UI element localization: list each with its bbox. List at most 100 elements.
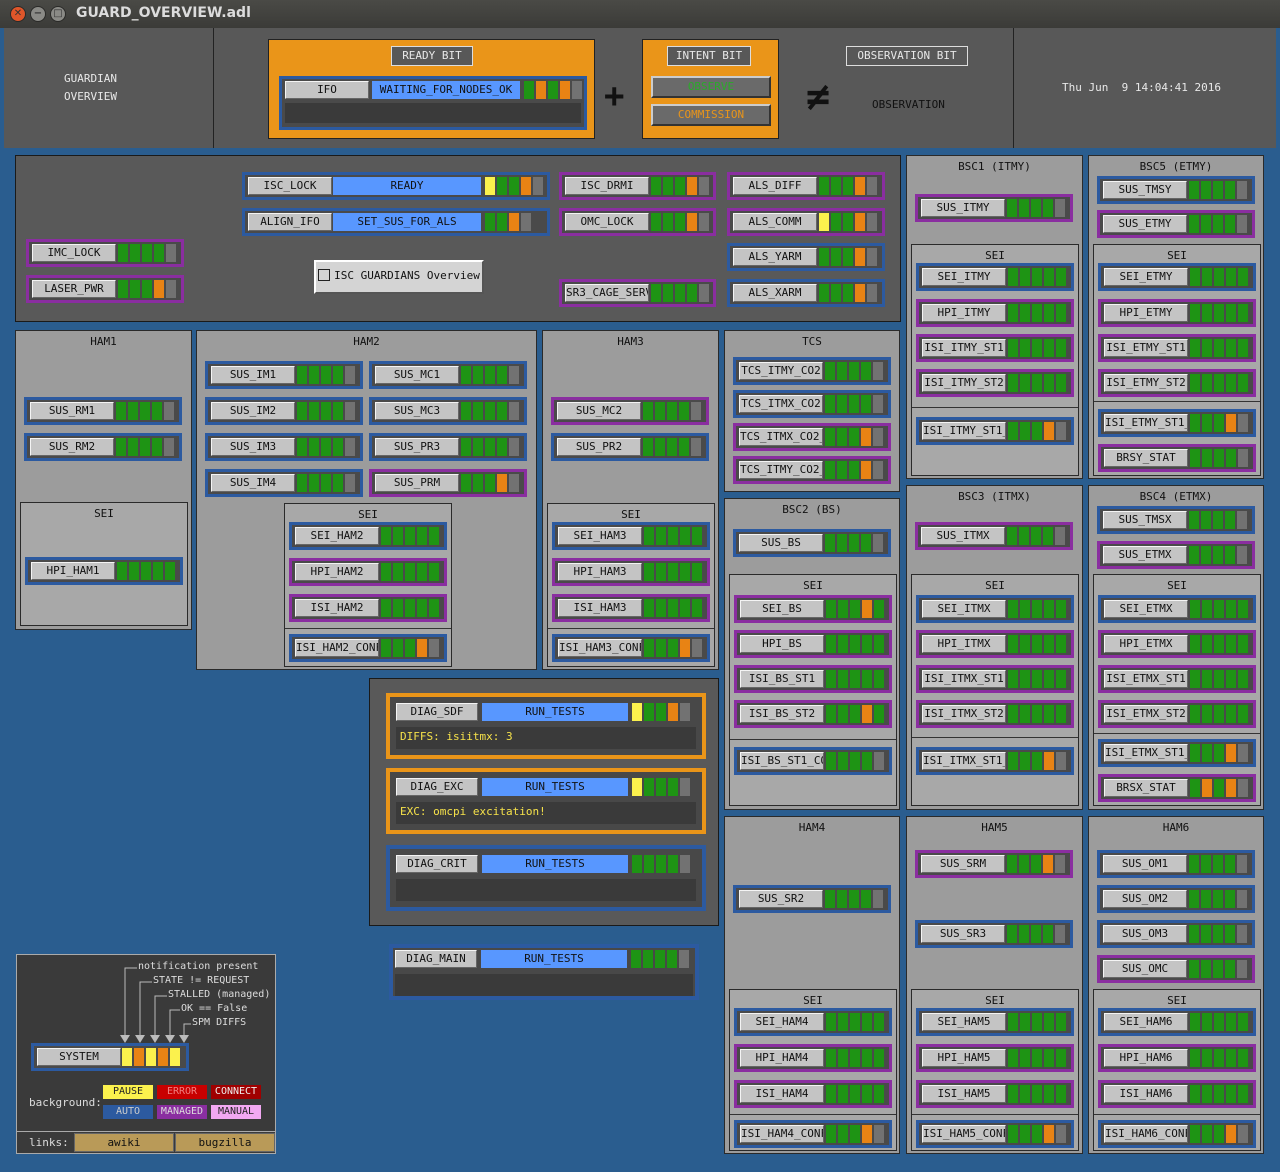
isi-itmx-st1-conf-node: ISI_ITMX_ST1_CONF (916, 747, 1074, 775)
diag-crit-message (396, 879, 696, 901)
ham4-panel: HAM4 SUS_SR2 SEI SEI_HAM4 HPI_HAM4 ISI_H… (724, 816, 900, 1154)
observation-bit-label: OBSERVATION BIT (846, 46, 968, 66)
sus-rm2-node: SUS_RM2 (24, 433, 182, 461)
hpi-ham4-node: HPI_HAM4 (734, 1044, 892, 1072)
isi-ham2-node: ISI_HAM2 (289, 594, 447, 622)
bsc4-sei-panel: SEI SEI_ETMX HPI_ETMX ISI_ETMX_ST1 ISI_E… (1093, 574, 1261, 806)
ifo-indicators (524, 81, 582, 99)
hpi-ham3-node: HPI_HAM3 (552, 558, 710, 586)
datetime: Thu Jun 9 14:04:41 2016 (1062, 81, 1221, 94)
bsc2-sei-panel: SEI SEI_BS HPI_BS ISI_BS_ST1 ISI_BS_ST2 … (729, 574, 897, 806)
isi-etmy-st2-node: ISI_ETMY_ST2 (1098, 369, 1256, 397)
isi-itmy-st1-node: ISI_ITMY_ST1 (916, 334, 1074, 362)
hpi-itmy-node: HPI_ITMY (916, 299, 1074, 327)
hpi-etmx-node: HPI_ETMX (1098, 630, 1256, 658)
isi-ham3-conf-node: ISI_HAM3_CONF (552, 634, 710, 662)
maximize-icon[interactable]: □ (50, 6, 66, 22)
sus-etmy-node: SUS_ETMY (1097, 210, 1255, 238)
bsc5-panel: BSC5 (ETMY) SUS_TMSY SUS_ETMY SEI SEI_ET… (1088, 155, 1264, 479)
ham1-sei-panel: SEI HPI_HAM1 (20, 502, 188, 626)
tcs-itmx-co2-node: TCS_ITMX_CO2 (733, 390, 891, 418)
sei-bs-node: SEI_BS (734, 595, 892, 623)
sus-im3-node: SUS_IM3 (205, 433, 363, 461)
hpi-ham2-node: HPI_HAM2 (289, 558, 447, 586)
sus-pr3-node: SUS_PR3 (369, 433, 527, 461)
sus-itmx-node: SUS_ITMX (915, 522, 1073, 550)
ifo-message (285, 103, 581, 123)
bsc4-panel: BSC4 (ETMX) SUS_TMSX SUS_ETMX SEI SEI_ET… (1088, 485, 1264, 810)
diag-sdf-node: DIAG_SDF RUN_TESTS DIFFS: isiitmx: 3 (386, 693, 706, 759)
ready-bit-box: READY BIT IFO WAITING_FOR_NODES_OK (268, 39, 595, 139)
bugzilla-link[interactable]: bugzilla (175, 1133, 275, 1152)
ham3-sei-panel: SEI SEI_HAM3 HPI_HAM3 ISI_HAM3 ISI_HAM3_… (547, 503, 715, 667)
observation-label: OBSERVATION (872, 98, 945, 111)
als-comm-node: ALS_COMM (727, 208, 885, 236)
guardian-overview-title: GUARDIAN OVERVIEW (4, 28, 214, 148)
datetime-section: Thu Jun 9 14:04:41 2016 (1014, 28, 1276, 148)
legend-auto: AUTO (103, 1105, 153, 1119)
ham2-panel: HAM2 SUS_IM1 SUS_IM2 SUS_IM3 SUS_IM4 SUS… (196, 330, 537, 670)
legend-error: ERROR (157, 1085, 207, 1099)
bsc2-panel: BSC2 (BS) SUS_BS SEI SEI_BS HPI_BS ISI_B… (724, 498, 900, 810)
omc-lock-node: OMC_LOCK (559, 208, 716, 236)
tcs-itmy-co2-node: TCS_ITMY_CO2 (733, 357, 891, 385)
close-icon[interactable]: ✕ (10, 6, 26, 22)
not-equal-sign: ≠ (806, 74, 831, 120)
sus-bs-node: SUS_BS (733, 529, 891, 557)
isc-drmi-node: ISC_DRMI (559, 172, 716, 200)
ham2-sei-panel: SEI SEI_HAM2 HPI_HAM2 ISI_HAM2 ISI_HAM2_… (284, 503, 452, 667)
sus-itmy-node: SUS_ITMY (915, 194, 1073, 222)
imc-lock-node: IMC_LOCK (26, 239, 184, 267)
bsc1-sei-panel: SEI SEI_ITMY HPI_ITMY ISI_ITMY_ST1 ISI_I… (911, 244, 1079, 476)
isi-ham6-conf-node: ISI_HAM6_CONF (1098, 1120, 1256, 1148)
sus-pr2-node: SUS_PR2 (551, 433, 709, 461)
als-yarm-node: ALS_YARM (727, 243, 885, 271)
legend-pause: PAUSE (103, 1085, 153, 1099)
isi-etmx-st1-conf-node: ISI_ETMX_ST1_CONF (1098, 739, 1256, 767)
sus-sr2-node: SUS_SR2 (733, 885, 891, 913)
ifo-button[interactable]: IFO (285, 81, 369, 99)
sus-srm-node: SUS_SRM (915, 850, 1073, 878)
hpi-bs-node: HPI_BS (734, 630, 892, 658)
isi-itmx-st2-node: ISI_ITMX_ST2 (916, 700, 1074, 728)
sus-mc1-node: SUS_MC1 (369, 361, 527, 389)
sei-ham4-node: SEI_HAM4 (734, 1008, 892, 1036)
observe-button[interactable]: OBSERVE (651, 76, 771, 98)
ifo-node: IFO WAITING_FOR_NODES_OK (279, 76, 587, 130)
isi-bs-st2-node: ISI_BS_ST2 (734, 700, 892, 728)
commission-button[interactable]: COMMISSION (651, 104, 771, 126)
isi-itmy-st2-node: ISI_ITMY_ST2 (916, 369, 1074, 397)
isi-etmy-st1-conf-node: ISI_ETMY_ST1_CONF (1098, 409, 1256, 437)
isc-panel: ISC_LOCK READY ALIGN_IFO SET_SUS_FOR_ALS… (15, 155, 901, 322)
sus-om1-node: SUS_OM1 (1097, 850, 1255, 878)
isi-etmy-st1-node: ISI_ETMY_ST1 (1098, 334, 1256, 362)
isi-ham6-node: ISI_HAM6 (1098, 1080, 1256, 1108)
ham1-panel: HAM1 SUS_RM1 SUS_RM2 SEI HPI_HAM1 (15, 330, 192, 630)
hpi-ham1-node: HPI_HAM1 (25, 557, 183, 585)
legend-connect: CONNECT (211, 1085, 261, 1099)
sei-etmx-node: SEI_ETMX (1098, 595, 1256, 623)
header: GUARDIAN OVERVIEW READY BIT IFO WAITING_… (4, 28, 1276, 148)
legend-managed: MANAGED (157, 1105, 207, 1119)
bsc3-sei-panel: SEI SEI_ITMX HPI_ITMX ISI_ITMX_ST1 ISI_I… (911, 574, 1079, 806)
isi-etmx-st1-node: ISI_ETMX_ST1 (1098, 665, 1256, 693)
diag-main-message (395, 974, 693, 996)
diag-exc-node: DIAG_EXC RUN_TESTS EXC: omcpi excitation… (386, 768, 706, 834)
ham6-panel: HAM6 SUS_OM1 SUS_OM2 SUS_OM3 SUS_OMC SEI… (1088, 816, 1264, 1154)
bsc1-panel: BSC1 (ITMY) SUS_ITMY SEI SEI_ITMY HPI_IT… (906, 155, 1083, 479)
sei-ham2-node: SEI_HAM2 (289, 522, 447, 550)
sus-im1-node: SUS_IM1 (205, 361, 363, 389)
isi-etmx-st2-node: ISI_ETMX_ST2 (1098, 700, 1256, 728)
awiki-link[interactable]: awiki (74, 1133, 174, 1152)
isi-itmy-st1-conf-node: ISI_ITMY_ST1_CONF (916, 417, 1074, 445)
isi-ham3-node: ISI_HAM3 (552, 594, 710, 622)
isi-ham4-conf-node: ISI_HAM4_CONF (734, 1120, 892, 1148)
isc-lock-node: ISC_LOCK READY (242, 172, 550, 200)
brsx-stat-node: BRSX_STAT (1098, 774, 1256, 802)
sus-rm1-node: SUS_RM1 (24, 397, 182, 425)
minimize-icon[interactable]: − (30, 6, 46, 22)
sr3-cage-servo-node: SR3_CAGE_SERVO (559, 279, 716, 307)
isc-guardians-overview-button[interactable]: ISC GUARDIANS Overview (314, 260, 484, 294)
ham5-panel: HAM5 SUS_SRM SUS_SR3 SEI SEI_HAM5 HPI_HA… (906, 816, 1083, 1154)
isi-ham4-node: ISI_HAM4 (734, 1080, 892, 1108)
